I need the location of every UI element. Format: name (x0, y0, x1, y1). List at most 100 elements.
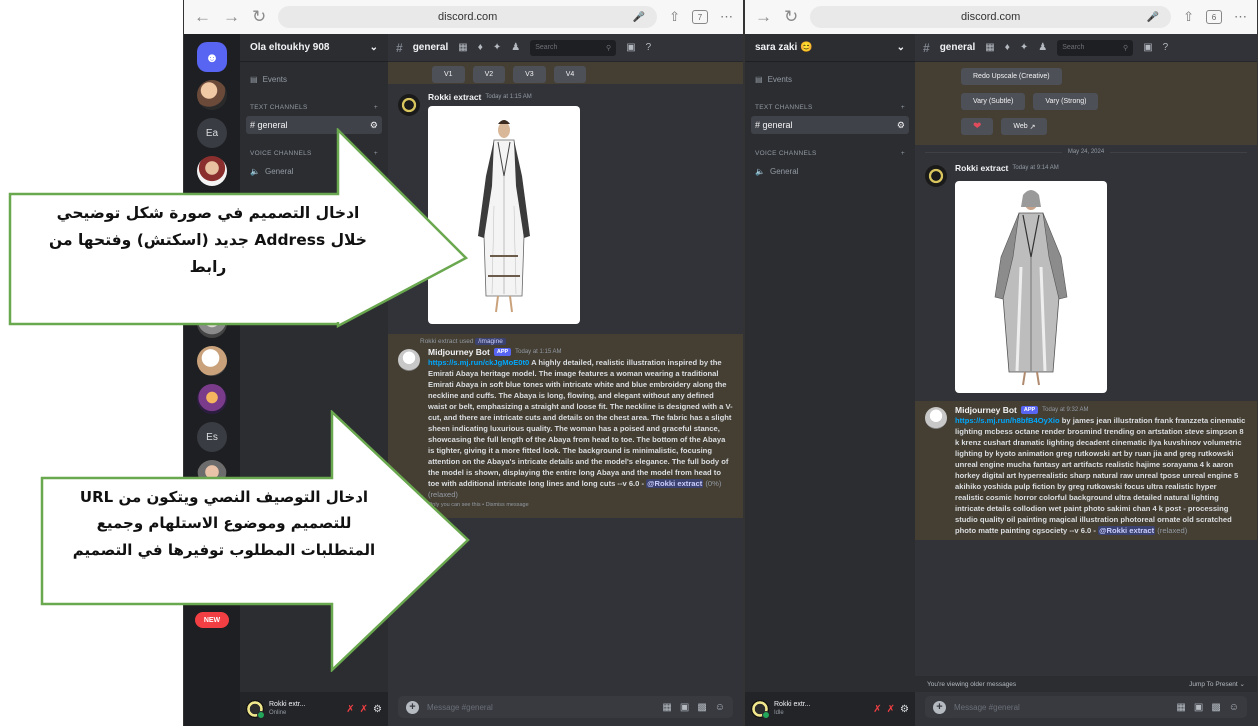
command-chip[interactable]: /imagine (475, 338, 506, 345)
author-name[interactable]: Rokki extract (428, 92, 481, 102)
gif-icon[interactable]: ▣ (680, 702, 689, 713)
user-mention[interactable]: @Rokki extract (646, 479, 704, 488)
heart-icon[interactable]: ❤ (961, 118, 994, 135)
forward-arrow-icon[interactable]: → (223, 7, 240, 27)
hashtag-icon: # (923, 40, 930, 55)
events-item[interactable]: ▤ Events (240, 70, 388, 88)
search-input[interactable]: Search ⚲ (1057, 39, 1134, 56)
mic-muted-icon[interactable]: ✗ (873, 704, 881, 715)
server-avatar[interactable] (197, 80, 227, 110)
share-icon[interactable]: ⇧ (1183, 9, 1194, 25)
sticker-icon[interactable]: ▩ (697, 702, 706, 713)
plus-icon[interactable]: + (374, 104, 378, 111)
avatar[interactable] (398, 349, 420, 371)
avatar[interactable] (925, 165, 947, 187)
reload-icon[interactable]: ↻ (784, 7, 798, 27)
microphone-icon[interactable]: 🎤 (1147, 12, 1159, 23)
voice-channel-general[interactable]: 🔈 General (745, 162, 915, 180)
discord-home-icon[interactable]: ☻ (197, 42, 227, 72)
bell-icon[interactable]: ♦ (1005, 42, 1010, 53)
server-avatar[interactable] (197, 346, 227, 376)
ephemeral-notice: Only you can see this • Dismiss message (428, 502, 529, 508)
reload-icon[interactable]: ↻ (252, 7, 266, 27)
message-midjourney: Midjourney Bot APP Today at 9:32 AM http… (915, 401, 1257, 540)
emoji-icon[interactable]: ☺ (1229, 702, 1239, 713)
v2-button[interactable]: V2 (472, 66, 506, 83)
gear-icon[interactable]: ⚙ (373, 704, 382, 715)
help-icon[interactable]: ? (1163, 42, 1169, 53)
events-label: Events (262, 74, 288, 84)
author-name[interactable]: Midjourney Bot (955, 405, 1017, 415)
gear-icon[interactable]: ⚙ (900, 704, 909, 715)
forward-arrow-icon[interactable]: → (755, 7, 772, 27)
author-name[interactable]: Midjourney Bot (428, 347, 490, 357)
tabs-button[interactable]: 6 (1206, 10, 1222, 24)
command-reply-line: Rokki extract used /imagine (420, 334, 743, 345)
threads-icon[interactable]: ▦ (458, 42, 467, 53)
avatar[interactable] (398, 94, 420, 116)
gift-icon[interactable]: ▦ (1176, 702, 1185, 713)
inbox-icon[interactable]: ▣ (626, 42, 635, 53)
v4-button[interactable]: V4 (553, 66, 587, 83)
timestamp: Today at 9:32 AM (1042, 407, 1089, 413)
jump-to-present-button[interactable]: Jump To Present ⌄ (1189, 680, 1245, 688)
v1-button[interactable]: V1 (432, 66, 465, 83)
channel-title: general (412, 42, 449, 53)
address-bar[interactable]: discord.com 🎤 (278, 6, 658, 28)
vary-subtle-button[interactable]: Vary (Subtle) (961, 93, 1026, 110)
url-text: discord.com (961, 11, 1021, 23)
members-icon[interactable]: ♟ (511, 42, 520, 53)
older-messages-text: You're viewing older messages (927, 680, 1017, 688)
more-menu-icon[interactable]: ⋯ (1234, 9, 1247, 25)
mic-muted-icon[interactable]: ✗ (346, 704, 354, 715)
category-text-channels[interactable]: TEXT CHANNELS + (745, 98, 915, 116)
more-menu-icon[interactable]: ⋯ (720, 9, 733, 25)
vary-strong-button[interactable]: Vary (Strong) (1033, 93, 1099, 110)
threads-icon[interactable]: ▦ (985, 42, 994, 53)
plus-icon[interactable]: + (901, 150, 905, 157)
user-avatar[interactable] (751, 700, 770, 719)
plus-icon[interactable]: + (901, 104, 905, 111)
events-item[interactable]: ▤ Events (745, 70, 915, 88)
category-text-channels[interactable]: TEXT CHANNELS + (240, 98, 388, 116)
microphone-icon[interactable]: 🎤 (633, 12, 645, 23)
share-icon[interactable]: ⇧ (669, 9, 680, 25)
pin-icon[interactable]: ✦ (1020, 42, 1028, 53)
author-name[interactable]: Rokki extract (955, 163, 1008, 173)
plus-icon[interactable]: + (933, 700, 946, 714)
bell-icon[interactable]: ♦ (478, 42, 483, 53)
redo-upscale-button[interactable]: Redo Upscale (Creative) (961, 68, 1062, 85)
emoji-icon[interactable]: ☺ (715, 702, 725, 713)
help-icon[interactable]: ? (646, 42, 652, 53)
plus-icon[interactable]: + (406, 700, 419, 714)
v3-button[interactable]: V3 (513, 66, 546, 83)
sketch-image[interactable] (955, 181, 1107, 393)
headphones-muted-icon[interactable]: ✗ (887, 704, 895, 715)
inbox-icon[interactable]: ▣ (1143, 42, 1152, 53)
user-avatar[interactable] (246, 700, 265, 719)
settings-icon[interactable]: ⚙ (897, 120, 905, 131)
user-mention[interactable]: @Rokki extract (1098, 526, 1156, 535)
search-icon: ⚲ (606, 44, 612, 52)
gift-icon[interactable]: ▦ (662, 702, 671, 713)
prompt-link[interactable]: https://s.mj.run/ckJgMoE0t0 (428, 358, 529, 367)
message-composer[interactable]: + Message #general ▦ ▣ ▩ ☺ (925, 696, 1247, 718)
search-input[interactable]: Search ⚲ (530, 39, 617, 56)
guild-header[interactable]: sara zaki 😊 ⌄ (745, 34, 915, 62)
category-voice-channels[interactable]: VOICE CHANNELS + (745, 144, 915, 162)
message-composer[interactable]: + Message #general ▦ ▣ ▩ ☺ (398, 696, 733, 718)
members-icon[interactable]: ♟ (1038, 42, 1047, 53)
search-icon: ⚲ (1123, 44, 1129, 52)
tabs-button[interactable]: 7 (692, 10, 708, 24)
headphones-muted-icon[interactable]: ✗ (360, 704, 368, 715)
channel-general[interactable]: # general ⚙ (751, 116, 909, 134)
address-bar[interactable]: discord.com 🎤 (810, 6, 1172, 28)
gif-icon[interactable]: ▣ (1194, 702, 1203, 713)
sticker-icon[interactable]: ▩ (1211, 702, 1220, 713)
avatar[interactable] (925, 407, 947, 429)
back-arrow-icon[interactable]: ← (194, 7, 211, 27)
prompt-link[interactable]: https://s.mj.run/h8bfB4OyXio (955, 416, 1060, 425)
pin-icon[interactable]: ✦ (493, 42, 501, 53)
guild-header[interactable]: Ola eltoukhy 908 ⌄ (240, 34, 388, 62)
web-button[interactable]: Web ↗ (1001, 118, 1048, 135)
